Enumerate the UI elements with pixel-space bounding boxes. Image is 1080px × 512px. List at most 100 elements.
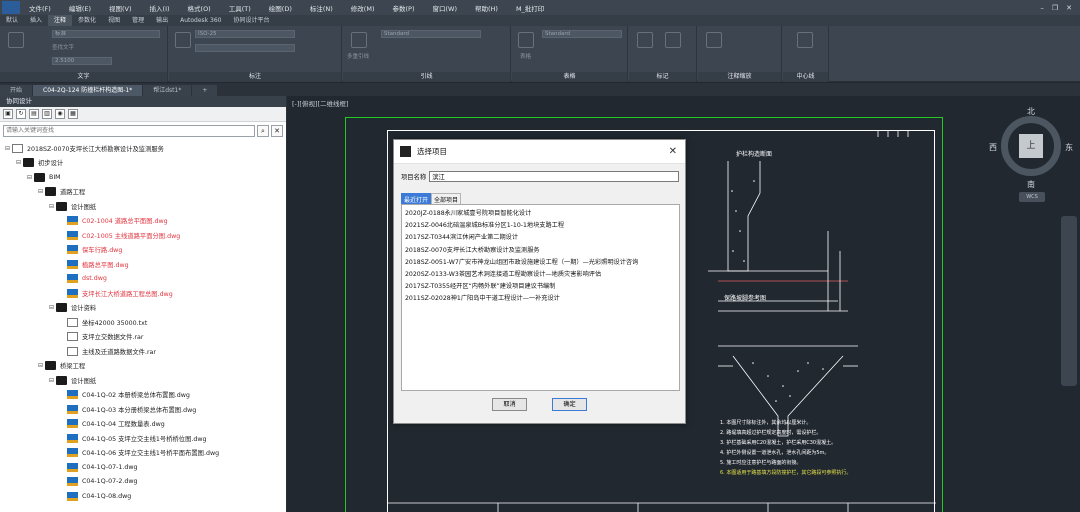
dim-layer-select[interactable]	[195, 44, 295, 52]
tab-output[interactable]: 输出	[150, 15, 174, 26]
table-icon[interactable]	[518, 32, 534, 48]
menu-dimension[interactable]: 标注(N)	[301, 3, 342, 13]
expand-toggle-icon[interactable]: ⊟	[47, 377, 56, 384]
text-style-select[interactable]: 标准	[52, 30, 160, 38]
expand-toggle-icon[interactable]: ⊟	[47, 203, 56, 210]
project-list-item[interactable]: 2017SZ-T0355经开区“内畅外联”建设项目建议书编制	[402, 281, 679, 293]
tab-manage[interactable]: 管理	[126, 15, 150, 26]
menu-draw[interactable]: 绘图(D)	[260, 3, 301, 13]
menu-format[interactable]: 格式(O)	[179, 3, 220, 13]
tree-file[interactable]: C04-1Q-04 工程数量表.dwg	[58, 417, 165, 432]
menu-view[interactable]: 视图(V)	[100, 3, 141, 13]
tree-folder[interactable]: ⊟ 设计图纸	[47, 373, 96, 388]
tree-file[interactable]: C04-1Q-05 支坪立交主线1号桥桥位图.dwg	[58, 431, 207, 446]
compass-south[interactable]: 南	[1027, 179, 1035, 190]
project-list-item[interactable]: 2020SZ-0133-W3茶园艺术洞连接道工程勘察设计—地质灾害影响评估	[402, 269, 679, 281]
tree-file[interactable]: C04-1Q-07-2.dwg	[58, 475, 138, 490]
dim-style-select[interactable]: ISO-25	[195, 30, 295, 38]
multileader-label[interactable]: 多重引线	[347, 52, 369, 60]
restore-icon[interactable]: ❐	[1052, 4, 1058, 12]
project-list-item[interactable]: 2020JZ-0188永川家城壹号院项目智能化设计	[402, 208, 679, 220]
search-input[interactable]	[3, 124, 255, 137]
close-icon[interactable]: ✕	[669, 146, 677, 157]
expand-toggle-icon[interactable]: ⊟	[36, 362, 45, 369]
folder-icon[interactable]: ▤	[29, 109, 39, 119]
refresh-icon[interactable]: ↻	[16, 109, 26, 119]
find-text-label[interactable]: 查找文字	[52, 43, 74, 51]
close-icon[interactable]: ✕	[1066, 4, 1072, 12]
tab-annotate[interactable]: 注释	[48, 15, 73, 26]
navigation-bar[interactable]	[1061, 216, 1077, 386]
linear-dim-icon[interactable]	[175, 32, 191, 48]
tree-folder[interactable]: ⊟ 道路工程	[36, 185, 85, 200]
leader-style-select[interactable]: Standard	[381, 30, 481, 38]
tree-file[interactable]: C04-1Q-02 本册桥梁总体布置图.dwg	[58, 388, 190, 403]
project-list-item[interactable]: 2021SZ-0046北碚温泉城B标准分区1-10-1地块支路工程	[402, 220, 679, 232]
expand-toggle-icon[interactable]: ⊟	[47, 304, 56, 311]
project-list-item[interactable]: 2011SZ-02028神1广阳岛中干道工程设计—一补充设计	[402, 293, 679, 305]
multileader-icon[interactable]	[351, 32, 367, 48]
view-mode-icon[interactable]: ◉	[55, 109, 65, 119]
tab-autodesk360[interactable]: Autodesk 360	[174, 15, 227, 26]
markup-set-icon[interactable]	[665, 32, 681, 48]
tree-file[interactable]: 支坪立交数据文件.rar	[58, 330, 143, 345]
doctab-guardrail-drawing[interactable]: C04-2Q-124 防撞栏杆构造图-1*	[33, 85, 143, 96]
tree-file[interactable]: C04-1Q-07-1.dwg	[58, 460, 138, 475]
project-list-item[interactable]: 2017SZ-T0344滨江休闲产业第二期设计	[402, 232, 679, 244]
tree-folder[interactable]: ⊟ 设计资料	[47, 301, 96, 316]
viewport-label[interactable]: [-][俯视][二维线框]	[292, 98, 349, 108]
open-project-icon[interactable]: ▣	[3, 109, 13, 119]
settings-icon[interactable]: ▦	[68, 109, 78, 119]
menu-window[interactable]: 窗口(W)	[423, 3, 466, 13]
tree-file[interactable]: 支坪长江大桥道路工程总图.dwg	[58, 286, 173, 301]
menu-parametric[interactable]: 参数(P)	[383, 3, 423, 13]
compass-west[interactable]: 西	[989, 142, 997, 153]
expand-toggle-icon[interactable]: ⊟	[36, 188, 45, 195]
tab-collab-platform[interactable]: 协同设计平台	[228, 15, 276, 26]
project-list-item[interactable]: 2018SZ-0051-W7广安市神龙山组团市政设施建设工程（一期）—光彩照明设…	[402, 257, 679, 269]
tree-folder[interactable]: ⊟ BIM	[25, 170, 61, 185]
markup-icon[interactable]	[637, 32, 653, 48]
tree-folder[interactable]: ⊟ 初步设计	[14, 156, 63, 171]
tree-folder[interactable]: ⊟ 桥梁工程	[36, 359, 85, 374]
menu-insert[interactable]: 插入(I)	[141, 3, 179, 13]
app-logo[interactable]	[2, 1, 20, 14]
tree-file[interactable]: C04-1Q-06 支坪立交主线1号桥平面布置图.dwg	[58, 446, 219, 461]
tab-insert[interactable]: 插入	[24, 15, 48, 26]
save-icon[interactable]: ▥	[42, 109, 52, 119]
viewcube[interactable]: 上 北 南 东 西 WCS	[985, 106, 1077, 206]
menu-tools[interactable]: 工具(T)	[220, 3, 260, 13]
cancel-button[interactable]: 取消	[492, 398, 527, 411]
tree-file[interactable]: 植路总平图.dwg	[58, 257, 129, 272]
tree-file[interactable]: dst.dwg	[58, 272, 107, 287]
annoscale-icon[interactable]	[706, 32, 722, 48]
tab-default[interactable]: 默认	[0, 15, 24, 26]
menu-help[interactable]: 帮助(H)	[466, 3, 507, 13]
ok-button[interactable]: 确定	[552, 398, 587, 411]
menu-modify[interactable]: 修改(M)	[342, 3, 384, 13]
doctab-start[interactable]: 开始	[0, 85, 33, 96]
tree-file[interactable]: C04-1Q-03 本分册桥梁总体布置图.dwg	[58, 402, 196, 417]
minimize-icon[interactable]: –	[1040, 4, 1044, 12]
compass-north[interactable]: 北	[1027, 106, 1035, 117]
clear-search-icon[interactable]: ✕	[271, 124, 283, 137]
tab-parametric[interactable]: 参数化	[72, 15, 102, 26]
new-tab-button[interactable]: +	[192, 85, 218, 96]
text-height-field[interactable]: 2.5100	[52, 57, 112, 65]
viewcube-face[interactable]: 上	[1019, 134, 1043, 158]
expand-toggle-icon[interactable]: ⊟	[3, 145, 12, 152]
tree-file[interactable]: C02-1004 道路总平面图.dwg	[58, 214, 168, 229]
tab-view[interactable]: 视图	[102, 15, 126, 26]
multiline-text-icon[interactable]	[8, 32, 24, 48]
expand-toggle-icon[interactable]: ⊟	[14, 159, 23, 166]
tree-folder[interactable]: ⊟ 设计图纸	[47, 199, 96, 214]
tree-file[interactable]: 坐标42000 35000.txt	[58, 315, 147, 330]
tree-file[interactable]: 主线及迁道路数据文件.rar	[58, 344, 156, 359]
search-icon[interactable]: ⌕	[257, 124, 269, 137]
menu-edit[interactable]: 编辑(E)	[60, 3, 100, 13]
doctab-dst1[interactable]: 帮江dst1*	[143, 85, 192, 96]
table-label[interactable]: 表格	[520, 52, 531, 60]
compass-east[interactable]: 东	[1065, 142, 1073, 153]
project-name-input[interactable]	[429, 171, 680, 182]
wcs-menu[interactable]: WCS	[1019, 192, 1045, 202]
